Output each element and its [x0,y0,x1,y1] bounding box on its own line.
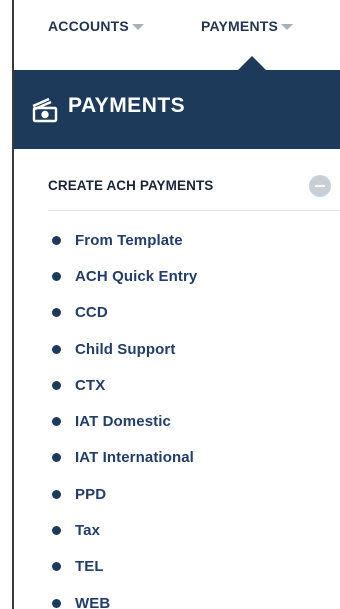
list-item[interactable]: CCD [52,295,197,331]
ach-payment-list: From Template ACH Quick Entry CCD Child … [52,222,197,609]
page-title: PAYMENTS [68,94,186,117]
list-item-label: ACH Quick Entry [75,267,198,285]
bullet-icon [52,380,61,390]
bullet-icon [52,344,61,354]
list-item[interactable]: ACH Quick Entry [52,258,197,294]
bullet-icon [52,417,61,427]
top-nav: ACCOUNTS PAYMENTS [0,0,340,72]
bullet-icon [52,308,61,318]
nav-payments[interactable]: PAYMENTS [201,18,294,34]
payments-cash-icon [32,97,58,123]
section-divider [48,210,340,211]
minus-circle-icon[interactable] [309,175,331,197]
bullet-icon [52,271,61,281]
list-item[interactable]: IAT Domestic [52,403,197,439]
list-item-label: Tax [75,522,101,540]
list-item[interactable]: Tax [52,512,197,548]
list-item-label: From Template [75,231,183,249]
list-item-label: IAT Domestic [75,413,171,431]
list-item-label: CCD [75,304,108,322]
list-item[interactable]: WEB [52,585,197,609]
section-title: CREATE ACH PAYMENTS [48,178,214,193]
list-item-label: TEL [75,558,104,576]
create-ach-section: CREATE ACH PAYMENTS From Template ACH Qu… [14,150,340,609]
list-item[interactable]: CTX [52,367,197,403]
bullet-icon [52,489,61,499]
list-item-label: Child Support [75,340,176,358]
list-item[interactable]: From Template [52,222,197,258]
left-border [0,0,14,609]
list-item[interactable]: PPD [52,476,197,512]
nav-accounts[interactable]: ACCOUNTS [48,18,144,34]
chevron-down-icon [131,24,144,30]
payments-menu-panel: ACCOUNTS PAYMENTS PAYMENTS CREATE ACH PA… [0,0,340,609]
bullet-icon [52,562,61,572]
bullet-icon [52,235,61,245]
bullet-icon [52,453,61,463]
list-item-label: IAT International [75,449,194,467]
list-item-label: CTX [75,376,106,394]
bullet-icon [52,598,61,608]
list-item-label: PPD [75,485,107,503]
payments-header: PAYMENTS [0,70,340,149]
nav-payments-label: PAYMENTS [201,18,279,34]
bullet-icon [52,526,61,536]
list-item[interactable]: Child Support [52,331,197,367]
nav-accounts-label: ACCOUNTS [48,18,129,34]
list-item-label: WEB [75,594,111,609]
list-item[interactable]: TEL [52,549,197,585]
list-item[interactable]: IAT International [52,440,197,476]
chevron-down-icon [281,24,294,30]
